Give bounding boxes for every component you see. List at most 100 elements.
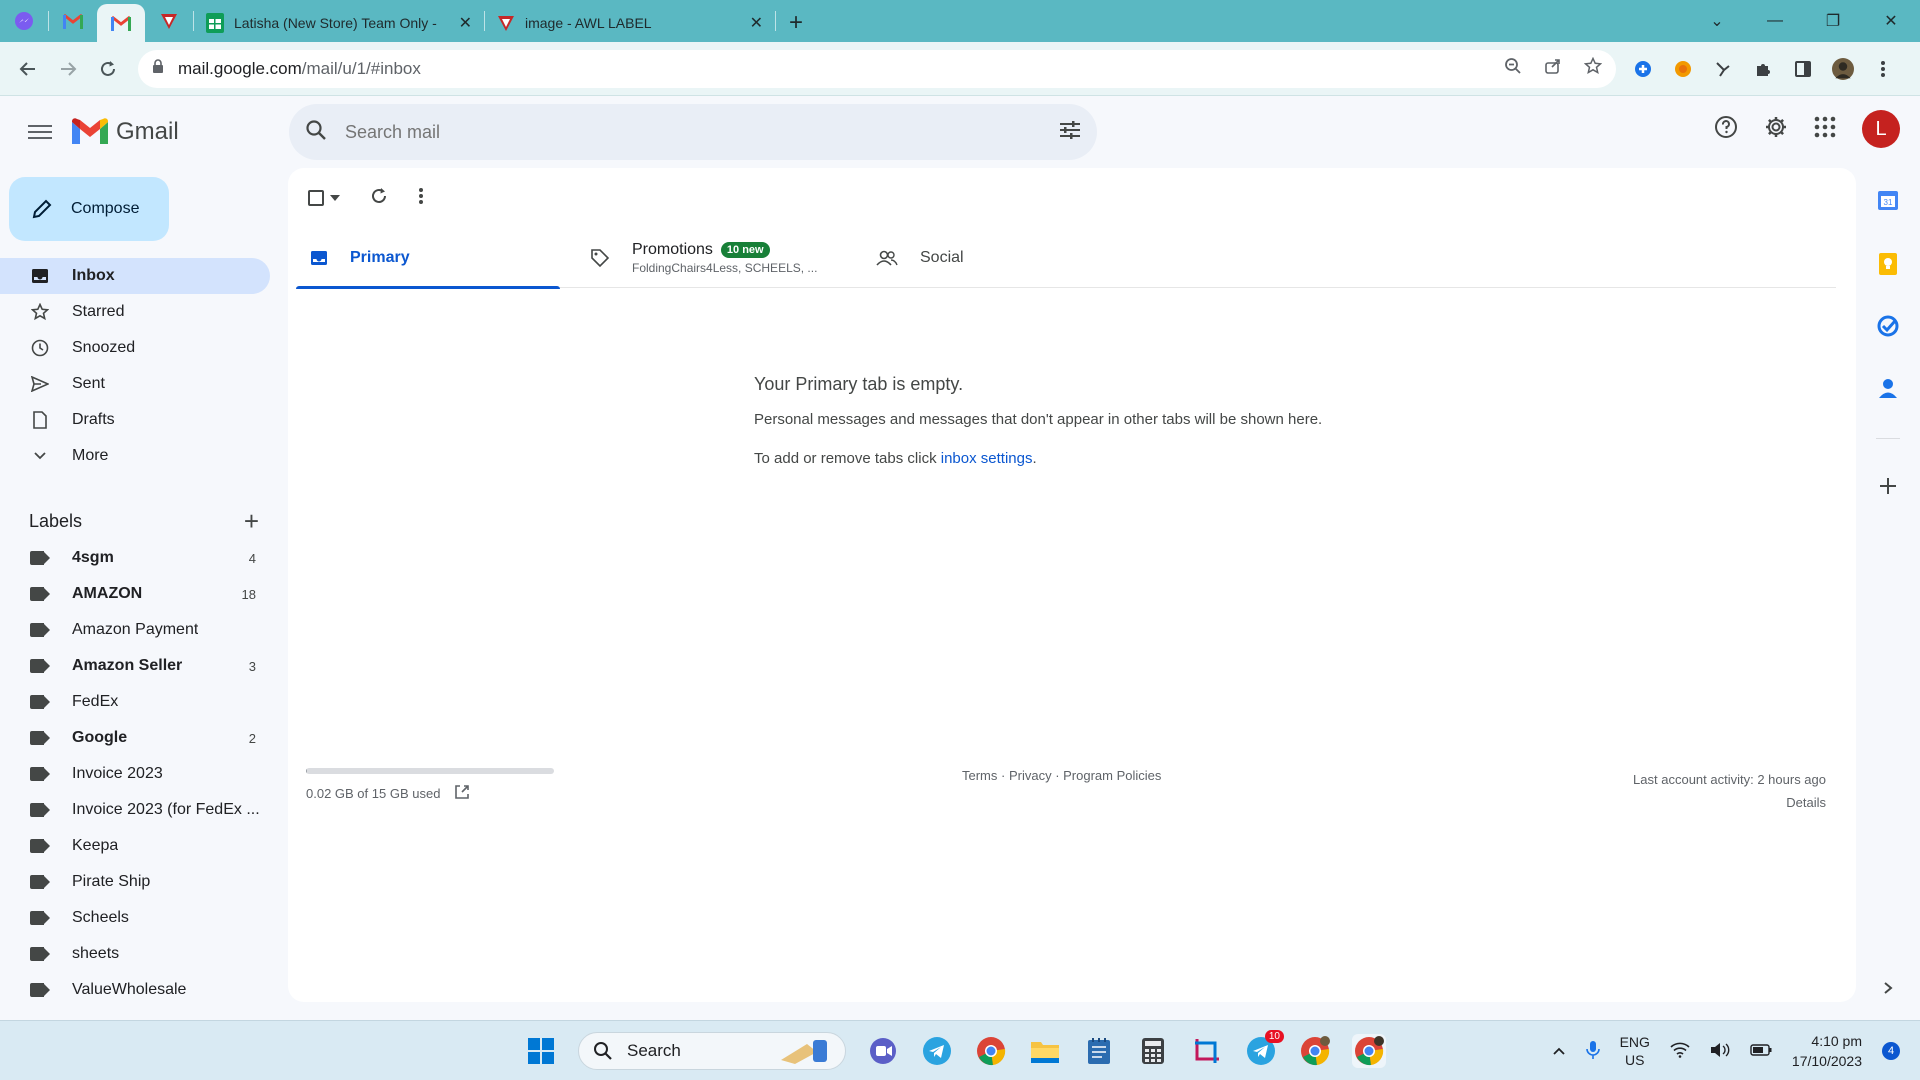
main-menu-icon[interactable] bbox=[28, 121, 52, 143]
pinned-tab-gmail-1[interactable] bbox=[49, 0, 97, 42]
search-input[interactable] bbox=[345, 121, 1059, 143]
extension-orange-icon[interactable] bbox=[1672, 58, 1694, 80]
telegram-taskbar-icon[interactable]: 10 bbox=[1244, 1030, 1284, 1068]
notification-badge[interactable]: 4 bbox=[1882, 1042, 1900, 1060]
settings-gear-icon[interactable] bbox=[1764, 115, 1788, 144]
side-panel-icon[interactable] bbox=[1792, 58, 1814, 80]
meet-now-icon[interactable] bbox=[866, 1034, 900, 1068]
extension-blue-icon[interactable] bbox=[1632, 58, 1654, 80]
label-item[interactable]: ValueWholesale bbox=[0, 972, 270, 1008]
wifi-icon[interactable] bbox=[1670, 1042, 1690, 1061]
label-item[interactable]: FedEx bbox=[0, 684, 270, 720]
language-indicator[interactable]: ENG US bbox=[1620, 1033, 1650, 1069]
pinned-tab-app[interactable] bbox=[145, 0, 193, 42]
nav-item-starred[interactable]: Starred bbox=[0, 294, 270, 330]
browser-tab-awl-label[interactable]: image - AWL LABEL ✕ bbox=[485, 4, 775, 42]
bookmark-star-icon[interactable] bbox=[1583, 56, 1603, 80]
add-addon-icon[interactable] bbox=[1876, 474, 1900, 498]
search-icon[interactable] bbox=[305, 119, 329, 146]
browser-tab-sheets[interactable]: Latisha (New Store) Team Only - ✕ bbox=[194, 4, 484, 42]
open-storage-icon[interactable] bbox=[454, 784, 470, 803]
tab-promotions[interactable]: Promotions 10 new FoldingChairs4Less, SC… bbox=[590, 228, 817, 288]
select-all-checkbox[interactable] bbox=[308, 190, 340, 206]
minimize-icon[interactable]: — bbox=[1746, 12, 1804, 30]
close-window-icon[interactable]: ✕ bbox=[1862, 11, 1920, 31]
chevron-up-icon[interactable] bbox=[1552, 1043, 1566, 1059]
google-apps-icon[interactable] bbox=[1814, 116, 1836, 143]
clock[interactable]: 4:10 pm 17/10/2023 bbox=[1792, 1031, 1862, 1071]
nav-item-sent[interactable]: Sent bbox=[0, 366, 270, 402]
chrome-menu-icon[interactable] bbox=[1872, 58, 1894, 80]
chrome-profile-icon[interactable] bbox=[1298, 1034, 1332, 1068]
labels-header: Labels + bbox=[29, 506, 259, 537]
chrome-active-icon[interactable] bbox=[1352, 1034, 1386, 1068]
profile-avatar-icon[interactable] bbox=[1832, 57, 1854, 80]
more-options-icon[interactable] bbox=[418, 187, 424, 210]
inbox-settings-link[interactable]: inbox settings bbox=[941, 450, 1033, 467]
contacts-icon[interactable] bbox=[1876, 376, 1900, 400]
forward-button[interactable] bbox=[48, 49, 88, 89]
program-policies-link[interactable]: Program Policies bbox=[1063, 768, 1161, 783]
browser-toolbar: mail.google.com/mail/u/1/#inbox bbox=[0, 42, 1920, 96]
back-button[interactable] bbox=[8, 49, 48, 89]
volume-icon[interactable] bbox=[1710, 1042, 1730, 1061]
close-icon[interactable]: ✕ bbox=[750, 13, 763, 33]
microphone-icon[interactable] bbox=[1585, 1040, 1600, 1063]
gmail-logo[interactable]: Gmail bbox=[72, 118, 179, 146]
calculator-icon[interactable] bbox=[1136, 1034, 1170, 1068]
search-bar[interactable] bbox=[289, 104, 1097, 160]
notepad-icon[interactable] bbox=[1082, 1034, 1116, 1068]
lock-icon[interactable] bbox=[152, 59, 166, 78]
privacy-link[interactable]: Privacy bbox=[1009, 768, 1052, 783]
label-item[interactable]: Invoice 2023 bbox=[0, 756, 270, 792]
chevron-right-icon[interactable] bbox=[1876, 976, 1900, 1000]
nav-item-drafts[interactable]: Drafts bbox=[0, 402, 270, 438]
puzzle-icon[interactable] bbox=[1752, 58, 1774, 80]
reload-button[interactable] bbox=[88, 49, 128, 89]
details-link[interactable]: Details bbox=[1633, 791, 1826, 814]
terms-link[interactable]: Terms bbox=[962, 768, 997, 783]
label-item[interactable]: sheets bbox=[0, 936, 270, 972]
add-label-icon[interactable]: + bbox=[244, 506, 259, 537]
compose-button[interactable]: Compose bbox=[9, 177, 169, 241]
nav-item-more[interactable]: More bbox=[0, 438, 270, 474]
tasks-icon[interactable] bbox=[1876, 314, 1900, 338]
file-explorer-icon[interactable] bbox=[1028, 1034, 1062, 1068]
close-icon[interactable]: ✕ bbox=[459, 13, 472, 33]
new-tab-button[interactable]: + bbox=[776, 4, 816, 42]
zoom-icon[interactable] bbox=[1504, 57, 1522, 80]
help-icon[interactable] bbox=[1714, 115, 1738, 144]
label-item[interactable]: 4sgm 4 bbox=[0, 540, 270, 576]
telegram-icon[interactable] bbox=[920, 1034, 954, 1068]
pinned-tab-gmail-2-active[interactable] bbox=[97, 4, 145, 42]
tab-primary[interactable]: Primary bbox=[296, 228, 560, 289]
calendar-icon[interactable]: 31 bbox=[1876, 188, 1900, 212]
taskbar-search[interactable]: Search bbox=[578, 1032, 846, 1070]
arrow-right-icon bbox=[61, 61, 77, 76]
refresh-icon[interactable] bbox=[370, 187, 388, 210]
snipping-tool-icon[interactable] bbox=[1190, 1034, 1224, 1068]
label-item[interactable]: Google 2 bbox=[0, 720, 270, 756]
pinned-tab-messenger[interactable] bbox=[0, 0, 48, 42]
tab-search-icon[interactable]: ⌄ bbox=[1688, 11, 1746, 31]
address-bar[interactable]: mail.google.com/mail/u/1/#inbox bbox=[138, 49, 1616, 88]
tab-social[interactable]: Social bbox=[876, 228, 964, 288]
windows-start-icon[interactable] bbox=[524, 1034, 558, 1068]
keep-icon[interactable] bbox=[1876, 252, 1900, 276]
share-icon[interactable] bbox=[1544, 57, 1562, 80]
battery-icon[interactable] bbox=[1750, 1043, 1772, 1059]
chrome-icon[interactable] bbox=[974, 1034, 1008, 1068]
label-item[interactable]: Invoice 2023 (for FedEx ... bbox=[0, 792, 270, 828]
label-item[interactable]: Pirate Ship bbox=[0, 864, 270, 900]
label-item[interactable]: Amazon Payment bbox=[0, 612, 270, 648]
nav-item-snoozed[interactable]: Snoozed bbox=[0, 330, 270, 366]
extension-arrow-icon[interactable] bbox=[1712, 58, 1734, 80]
account-avatar[interactable]: L bbox=[1862, 110, 1900, 148]
label-item[interactable]: Scheels bbox=[0, 900, 270, 936]
label-item[interactable]: Amazon Seller 3 bbox=[0, 648, 270, 684]
nav-item-inbox[interactable]: Inbox bbox=[0, 258, 270, 294]
label-item[interactable]: AMAZON 18 bbox=[0, 576, 270, 612]
search-options-icon[interactable] bbox=[1059, 120, 1081, 145]
restore-icon[interactable]: ❐ bbox=[1804, 11, 1862, 31]
label-item[interactable]: Keepa bbox=[0, 828, 270, 864]
